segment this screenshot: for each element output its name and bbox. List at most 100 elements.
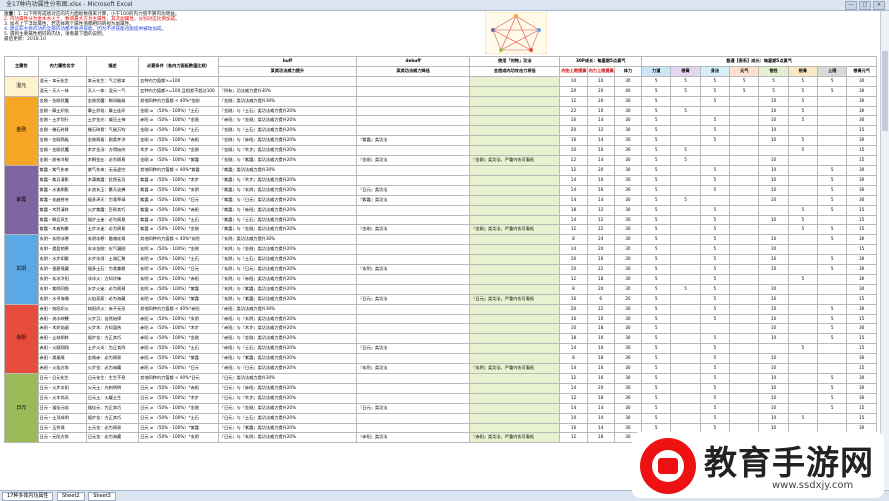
cell[interactable]: 30 [846, 194, 877, 206]
cell[interactable] [670, 95, 701, 107]
cell[interactable] [469, 125, 561, 137]
cell[interactable] [787, 164, 819, 176]
cell[interactable]: 混元・天人一体 [37, 85, 87, 97]
cell[interactable] [670, 244, 701, 256]
cell[interactable]: 20 [586, 85, 615, 97]
cell[interactable]: 10 [758, 313, 789, 325]
cell[interactable] [729, 264, 760, 275]
cell[interactable]: 其他四种内力值都 < 40%*紫霞 [138, 164, 219, 176]
cell[interactable]: 『日元』与『金刚』类功法威力提升20% [217, 402, 358, 414]
cell[interactable]: 玄阴・水步如歌 [37, 254, 87, 266]
cell[interactable]: 玄阴 ≥ （50% - 100%）*金刚 [138, 244, 219, 256]
cell[interactable]: 5 [641, 244, 672, 256]
cell[interactable] [787, 353, 819, 365]
cell[interactable]: 日元 ≥ （50% - 100%）*木步 [138, 392, 219, 404]
cell[interactable] [758, 145, 789, 157]
cell[interactable]: 日元・日元化生 [37, 373, 87, 384]
cell[interactable]: 30 [846, 382, 877, 394]
cell[interactable]: 10 [758, 105, 789, 117]
cell[interactable]: 其他四种内力值都 < 40%*金刚 [138, 95, 219, 107]
cell[interactable] [787, 283, 819, 295]
cell[interactable]: 10 [758, 373, 789, 384]
cell[interactable] [469, 283, 561, 295]
cell[interactable]: 日元・火步炎阳 [37, 382, 87, 394]
cell[interactable]: 10 [758, 382, 789, 394]
cell[interactable]: 『玄阴』类功法威力提升30% [217, 234, 358, 246]
cell[interactable]: 5 [699, 135, 731, 147]
cell[interactable]: 赤阳・流水映鞭 [37, 313, 87, 325]
cell[interactable] [787, 382, 819, 394]
cell[interactable]: 赤阳 ≥ （50% - 100%）*金刚 [138, 333, 219, 345]
cell[interactable] [787, 184, 819, 196]
cell[interactable] [729, 254, 760, 266]
spreadsheet-grid[interactable]: 主属性 内力属性名字 描述 必要条件（各内力面板数值比较） buff debuf… [4, 56, 877, 484]
cell[interactable] [356, 273, 471, 285]
cell[interactable] [670, 373, 701, 384]
cell[interactable]: 12 [559, 164, 588, 176]
cell[interactable]: 5 [641, 75, 672, 87]
cell[interactable]: 5 [641, 95, 672, 107]
cell[interactable]: 30 [613, 382, 643, 394]
cell[interactable]: 30 [846, 234, 877, 246]
cell[interactable]: 5 [641, 184, 672, 196]
cell[interactable]: 8 [559, 283, 588, 295]
cell[interactable]: 20 [586, 244, 615, 256]
cell[interactable]: 15 [846, 224, 877, 236]
cell[interactable]: 30 [613, 224, 643, 236]
cell[interactable]: 5 [699, 363, 731, 374]
cell[interactable] [670, 174, 701, 186]
cell[interactable]: 『赤阳』与『紫霞』类功法威力提升20% [217, 353, 358, 365]
cell[interactable]: 20 [586, 283, 615, 295]
cell[interactable] [817, 353, 848, 365]
cell[interactable]: 30 [613, 95, 643, 107]
cell[interactable]: 日元 ≥ （50% - 100%）*赤阳 [138, 382, 219, 394]
cell[interactable] [469, 254, 561, 266]
cell[interactable]: 『赤阳』与『土石』类功法威力提升20% [217, 343, 358, 355]
cell[interactable] [356, 353, 471, 365]
cell[interactable]: 30 [846, 95, 877, 107]
cell[interactable]: 14 [586, 115, 615, 127]
cell[interactable]: 30 [613, 273, 643, 285]
cell[interactable]: 20 [559, 303, 588, 315]
cell[interactable]: 14 [559, 343, 588, 355]
cell[interactable]: 5 [729, 75, 760, 87]
cell[interactable]: 『日元』与『紫霞』类功法威力提升20% [217, 422, 358, 434]
cell[interactable]: 30 [846, 273, 877, 285]
cell[interactable]: 水浪玄玉：繁天谈拂 [85, 184, 140, 196]
cell[interactable]: 金刚两极：刚柔并济 [85, 135, 140, 147]
cell[interactable] [469, 204, 561, 216]
cell[interactable] [729, 373, 760, 384]
cell[interactable]: 20 [559, 125, 588, 137]
cell[interactable]: 30 [846, 303, 877, 315]
cell[interactable]: 福多土石：为我兼稳 [85, 264, 140, 275]
cell[interactable]: 『金刚』与『木步』类功法威力提升20% [217, 145, 358, 157]
cell[interactable]: 5 [641, 264, 672, 275]
cell[interactable]: 土步火炎：为正其阵 [85, 343, 140, 355]
cell[interactable]: 18 [586, 273, 615, 285]
cell[interactable]: 30 [846, 184, 877, 196]
cell[interactable]: 14 [559, 214, 588, 226]
cell[interactable]: 木满紫霞：犹然无忌 [85, 174, 140, 186]
cell[interactable] [469, 264, 561, 275]
cell[interactable]: 5 [641, 293, 672, 305]
cell[interactable] [817, 244, 848, 256]
cell[interactable] [729, 174, 760, 186]
cell[interactable] [817, 135, 848, 147]
cell[interactable] [758, 224, 789, 236]
cell[interactable]: 玄阴・水寻海瀚 [37, 293, 87, 305]
cell[interactable] [356, 214, 471, 226]
cell[interactable]: 紫霞 ≥ （50% - 100%）*木步 [138, 174, 219, 186]
cell[interactable]: 5 [641, 174, 672, 186]
cell[interactable]: 30 [613, 164, 643, 176]
cell[interactable] [787, 194, 819, 206]
cell[interactable] [670, 234, 701, 246]
cell[interactable]: 5 [641, 224, 672, 236]
cell[interactable]: 14 [559, 402, 588, 414]
cell[interactable] [758, 204, 789, 216]
cell[interactable] [670, 363, 701, 374]
cell[interactable] [356, 283, 471, 295]
cell[interactable]: 14 [559, 363, 588, 374]
cell[interactable] [817, 155, 848, 166]
cell[interactable]: 玄阴 ≥ （50% - 100%）*赤阳 [138, 273, 219, 285]
cell[interactable]: 8 [559, 234, 588, 246]
